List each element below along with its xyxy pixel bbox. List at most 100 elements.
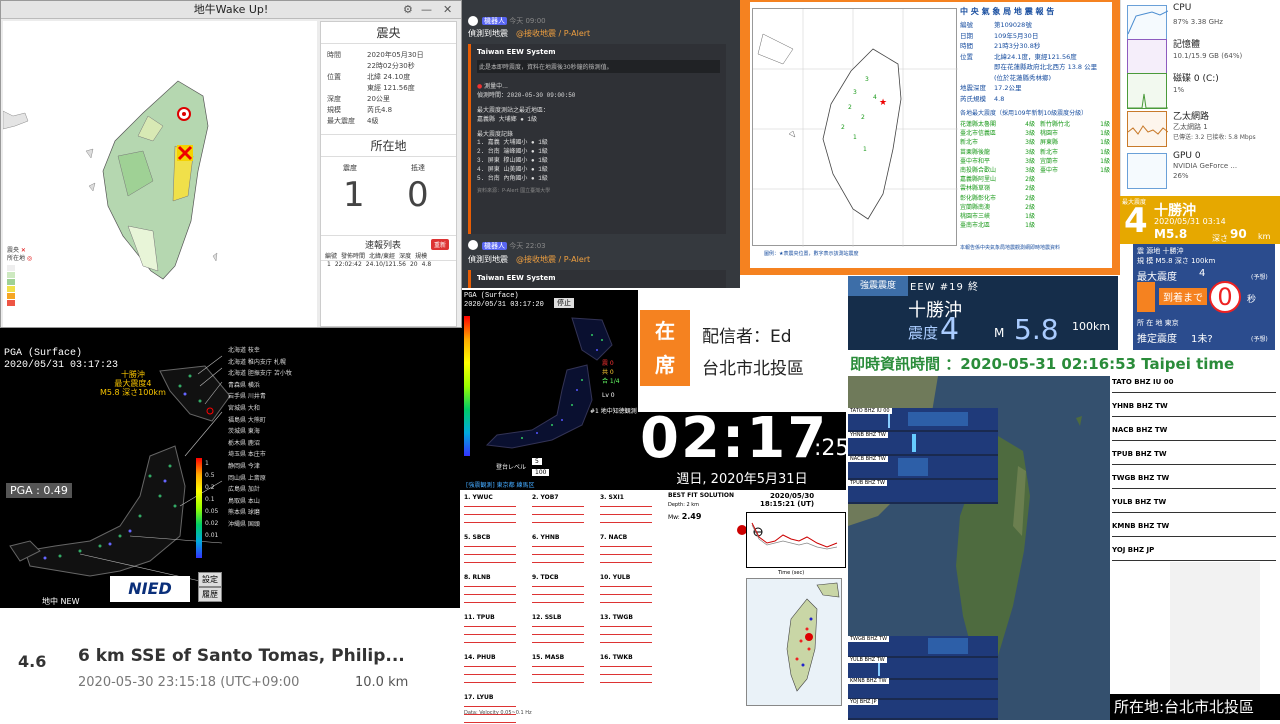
table-cell: 20 [409, 261, 418, 268]
mention-tag[interactable]: @接收地震 / P-Alert [516, 28, 590, 39]
tm-network[interactable]: 乙太網路 乙太網路 1 已傳送: 3.2 已接收: 5.8 Mbps [1121, 106, 1280, 154]
intensity-level: 3級 [1025, 130, 1035, 138]
eew-mag: 5.8 [1014, 313, 1059, 346]
tm-gpu[interactable]: GPU 0 NVIDIA GeForce ... 26% [1121, 148, 1280, 196]
settings-icon[interactable]: ⚙ [403, 1, 413, 19]
bot-username: 機器人 [482, 242, 507, 250]
waveform-trace [464, 514, 516, 515]
waveform-trace [532, 586, 584, 587]
settings-button[interactable]: 設定 [198, 572, 222, 587]
depth-value: 90 [1230, 227, 1247, 241]
history-button[interactable]: 履歴 [198, 587, 222, 602]
report-field-row: 位置 北緯24.1度，東經121.56度 [960, 52, 1110, 63]
list-refresh-button[interactable]: 重新 [431, 239, 450, 250]
waveform-trace [600, 642, 652, 643]
pga-scale-labels: 1 0.5 0.2 0.1 0.05 0.02 0.01 [205, 458, 218, 542]
cwb-report: 3 3 4 2 2 2 11 ★ 中 央 氣 象 局 地 震 報 告 編號 第109028號日… [740, 0, 1120, 275]
solution-mw: Mw: 2.49 [668, 512, 701, 521]
intensity-level: 2級 [1025, 176, 1035, 184]
intensity-station: 嘉義縣阿里山 [960, 176, 997, 184]
waveform-trace [600, 514, 652, 515]
record-item: 3. 屏東 穆山國小 ● 1級 [477, 157, 548, 164]
usgs-event-item[interactable]: 4.6 6 km SSE of Santo Tomas, Philip... 2… [0, 608, 438, 720]
waveform-trace [464, 642, 516, 643]
misfit-xaxis: Time (sec) [778, 570, 805, 576]
list-header: 速報列表 重新 [321, 235, 456, 251]
intensity-row: 南投縣合歡山 3級 [960, 166, 1035, 175]
jp-select-1[interactable]: 5 [532, 458, 542, 465]
max-shindo-value: 4 [1199, 268, 1206, 279]
waveform-trace [464, 626, 516, 627]
waveform-station-label: 2. YOB7 [532, 494, 559, 501]
minimize-icon[interactable]: — [421, 1, 432, 19]
epicenter-key: 位置 [327, 73, 341, 81]
waveform-station-label: 9. TDCB [532, 574, 559, 581]
spectrogram-label: TATO BHZ IU 00 [848, 408, 892, 414]
taiwan-satellite-map: TATO BHZ IU 00 YHNB BHZ TW NACB BHZ TW TPUB… [848, 376, 1110, 720]
table-header-cell: 規模 [415, 253, 428, 260]
location-values: 震度 抵達 1 0 [321, 157, 456, 235]
report-field-row: 編號 第109028號 [960, 20, 1110, 31]
epicenter-value: 2020年05月30日 [367, 51, 424, 59]
tm-mem-name: 記憶體 [1173, 40, 1201, 50]
seismo-trace [1112, 464, 1276, 465]
record-item: 2. 台南 端峰國小 ● 1級 [477, 148, 548, 155]
map-legend: 震央 ✕ 所在地 ◎ [7, 247, 47, 306]
scale-tick: 0.05 [205, 508, 219, 515]
waveform-station-label: 3. SXI1 [600, 494, 624, 501]
epicenter-value: 22時02分30秒 [367, 62, 415, 70]
waveform-trace [532, 562, 584, 563]
table-header-cell: 北緯/東經 [369, 253, 396, 260]
report-field-row: 芮氏規模 4.8 [960, 94, 1110, 105]
waveform-trace [464, 706, 516, 707]
intensity-station: 桃園市三峽 [960, 213, 991, 221]
stop-button[interactable]: 停止 [554, 298, 574, 308]
intensity-row: 宜蘭縣南澳 2級 [960, 203, 1035, 212]
jp-footer: [強震観測] 東京都 練馬区 [466, 482, 535, 489]
svg-text:★: ★ [879, 98, 887, 108]
table-header-cell: 發佈時間 [341, 253, 366, 260]
jp-select-2[interactable]: 100 [532, 469, 550, 476]
quake-list-table: 編號 發佈時間 北緯/東經 深度 規模 1 22:02:42 24.10/121.56 20 4… [321, 251, 456, 271]
waveform-trace [600, 682, 652, 683]
table-row[interactable]: 1 22:02:42 24.10/121.56 20 4.8 [321, 261, 456, 268]
table-cell: 4.8 [421, 261, 432, 268]
eew-japan-banner: 強震震度 EEW #19 終 十勝沖 震度 4 M 5.8 100km [848, 276, 1118, 350]
waveform-trace [532, 554, 584, 555]
report-field-row: 地震深度 17.2公里 [960, 83, 1110, 94]
wakeup-window: 地牛Wake Up! ⚙ — ✕ 震央 ✕ 所在地 ◎ 震央 時間 2020年0… [0, 0, 462, 328]
waveform-station-label: 6. YHNB [532, 534, 560, 541]
record-item: 1. 嘉義 大埔國小 ● 1級 [477, 139, 548, 146]
epicenter-key: 深度 [327, 95, 341, 103]
intensity-label: 震度 [343, 164, 357, 172]
seismo-trace [1112, 560, 1276, 561]
report-table-title: 各地最大震度（採用109年新制10級震度分級） [960, 110, 1088, 117]
scale-tick: 1 [205, 460, 209, 467]
intensity-station: 宜蘭縣南澳 [960, 203, 991, 211]
station-list: 北海道 枝幸 北海道 稚内支庁 札幌 北海道 胆振支庁 苫小牧 青森県 横浜 岩手県 川… [228, 345, 292, 531]
seismo-label: TPUB BHZ TW [1112, 450, 1167, 458]
tm-gpu-name: GPU 0 [1173, 151, 1201, 161]
taiwan-map: 震央 ✕ 所在地 ◎ [2, 21, 317, 327]
wakeup-titlebar: 地牛Wake Up! [1, 1, 461, 19]
epicenter-key: 最大震度 [327, 117, 355, 125]
intensity-level: 3級 [1025, 167, 1035, 175]
embed-footer: 資料來源：P-Alert 國立臺灣大學 [477, 188, 551, 194]
event-time: 2020-05-30 23:15:18 (UTC+09:00 [78, 675, 300, 690]
close-icon[interactable]: ✕ [443, 1, 452, 19]
mention-tag-2[interactable]: @接收地震 / P-Alert [516, 254, 590, 265]
waveform-trace [532, 594, 584, 595]
eew-shindo-label: 震度 [908, 324, 939, 342]
station-item: 栃木県 鹿沼 [228, 439, 260, 447]
arrival-label: 抵達 [411, 164, 425, 172]
embed-title-2: Taiwan EEW System [477, 274, 556, 282]
waveform-trace [532, 546, 584, 547]
station-item: 福島県 大熊町 [228, 416, 266, 424]
waveform-station-label: 5. SBCB [464, 534, 491, 541]
pga-japan-panel: PGA (Surface) 2020/05/31 03:17:23 十勝沖 最大… [0, 328, 462, 608]
event-depth: 10.0 km [355, 675, 409, 690]
intensity-station: 苗栗縣後龍 [960, 148, 991, 156]
tm-net-sub2: 已傳送: 3.2 已接收: 5.8 Mbps [1173, 134, 1256, 141]
station-item: 熊本県 球磨 [228, 509, 260, 517]
waveform-station-label: 1. YWUC [464, 494, 493, 501]
